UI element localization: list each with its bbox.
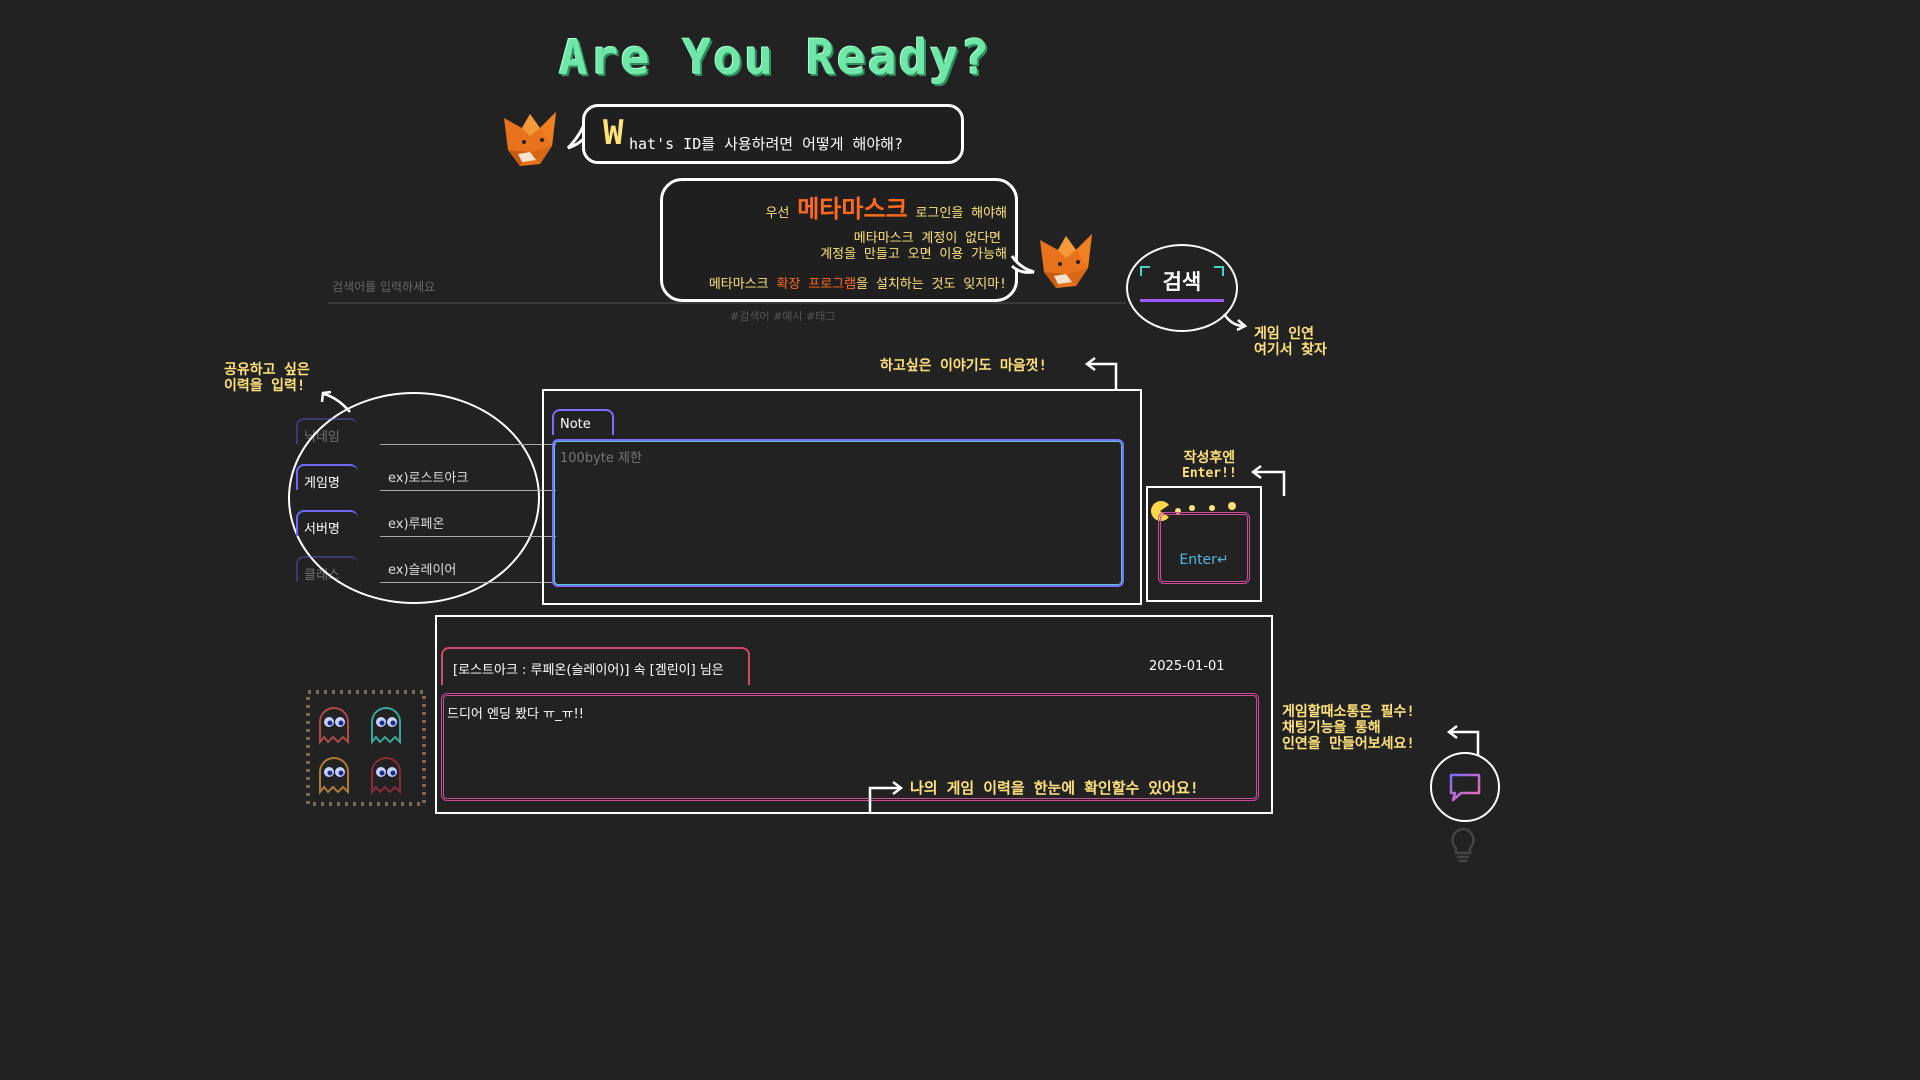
record-annotation: 나의 게임 이력을 한눈에 확인할수 있어요! bbox=[910, 779, 1199, 797]
form-annotation-line2: 이력을 입력! bbox=[224, 378, 306, 394]
record-text: 드디어 엔딩 봤다 ㅠ_ㅠ!! bbox=[447, 707, 584, 722]
chat-annotation: 게임할때소통은 필수! 채팅기능을 통해 인연을 만들어보세요! bbox=[1282, 704, 1415, 752]
lightbulb-icon[interactable] bbox=[1448, 826, 1478, 864]
enter-panel: Enter↵ bbox=[1146, 486, 1262, 602]
class-input[interactable] bbox=[380, 558, 556, 583]
chat-icon bbox=[1449, 773, 1481, 802]
enter-annotation: 작성후엔 Enter!! bbox=[1182, 450, 1237, 482]
chat-annotation-line1: 게임할때소통은 필수! bbox=[1282, 704, 1415, 720]
form-annotation: 공유하고 싶은 이력을 입력! bbox=[224, 362, 310, 394]
speech-bubble-question: W hat's ID를 사용하려면 어떻게 해야해? bbox=[582, 104, 964, 164]
enter-annotation-line1: 작성후엔 bbox=[1183, 450, 1236, 466]
note-annotation: 하고싶은 이야기도 마음껏! bbox=[880, 358, 1047, 374]
metamask-brand-text: 메타마스크 bbox=[797, 195, 908, 223]
arrow-icon bbox=[1446, 725, 1480, 756]
record-date: 2025-01-01 bbox=[1149, 659, 1225, 674]
nickname-label: 닉네임 bbox=[296, 418, 358, 445]
form-annotation-line1: 공유하고 싶은 bbox=[224, 362, 310, 378]
bubble-question-text: hat's ID를 사용하려면 어떻게 해야해? bbox=[629, 135, 903, 153]
search-input[interactable] bbox=[328, 272, 1126, 304]
bubble-initial: W bbox=[603, 113, 624, 153]
search-annotation: 게임 인연 여기서 찾자 bbox=[1254, 326, 1327, 358]
game-name-input[interactable] bbox=[380, 466, 556, 491]
bubble-post: 로그인을 해야해 bbox=[907, 206, 1007, 221]
arrow-icon bbox=[868, 781, 904, 812]
note-tab: Note bbox=[552, 409, 614, 435]
server-name-input[interactable] bbox=[380, 512, 556, 537]
note-textarea[interactable] bbox=[552, 439, 1124, 587]
metamask-fox-icon bbox=[504, 112, 556, 166]
nickname-input[interactable] bbox=[380, 420, 556, 445]
note-panel: Note bbox=[542, 389, 1142, 605]
page-title: Are You Ready? bbox=[558, 30, 992, 86]
ghosts-icon bbox=[306, 690, 426, 806]
class-label: 클래스 bbox=[296, 556, 358, 583]
arrow-icon bbox=[1222, 313, 1248, 332]
arrow-icon bbox=[1084, 357, 1118, 390]
server-name-label: 서버명 bbox=[296, 510, 358, 537]
chat-annotation-line3: 인연을 만들어보세요! bbox=[1282, 736, 1415, 752]
bubble-line3: 계정을 만들고 오면 이용 가능해 bbox=[820, 247, 1007, 262]
enter-annotation-line2: Enter!! bbox=[1182, 466, 1237, 481]
chat-annotation-line2: 채팅기능을 통해 bbox=[1282, 720, 1381, 736]
chat-button[interactable] bbox=[1430, 752, 1500, 822]
search-tags: #검색어 #예시 #태그 bbox=[730, 310, 836, 323]
search-annotation-line2: 여기서 찾자 bbox=[1254, 342, 1327, 358]
record-title: [로스트아크 : 루페온(슬레이어)] 속 [겜린이] 님은 bbox=[453, 663, 724, 678]
enter-button[interactable]: Enter↵ bbox=[1158, 512, 1250, 584]
bubble-pre: 우선 bbox=[765, 206, 798, 221]
search-button[interactable]: 검색 bbox=[1140, 262, 1224, 302]
game-name-label: 게임명 bbox=[296, 464, 358, 491]
search-annotation-line1: 게임 인연 bbox=[1254, 326, 1314, 342]
